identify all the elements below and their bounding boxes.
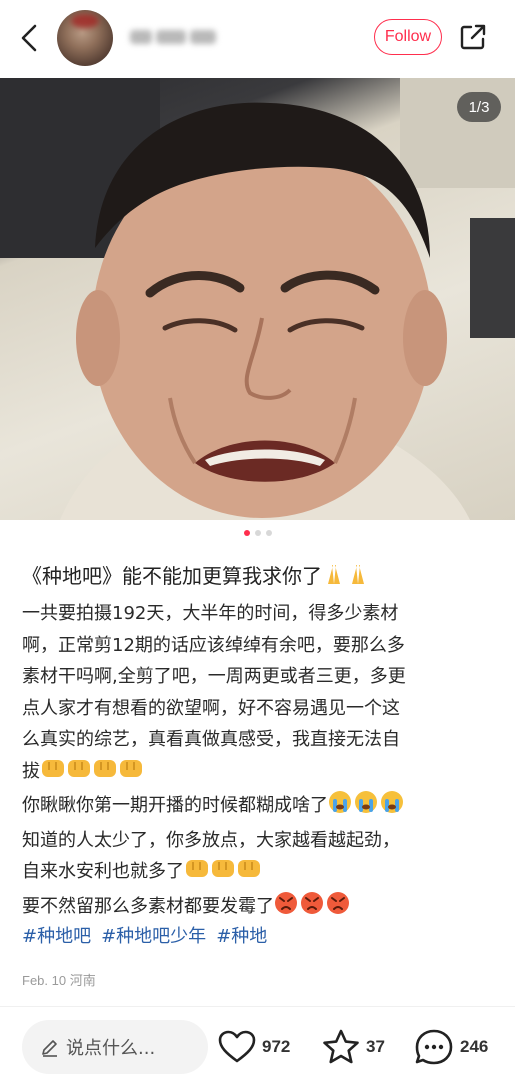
body-line-with-emoji: 拔 [22, 756, 498, 791]
username-blurred[interactable] [130, 22, 226, 52]
carousel-dots [0, 530, 515, 542]
like-count: 972 [262, 1037, 291, 1056]
comment-count: 246 [460, 1037, 489, 1056]
angry-emoji-icon [274, 891, 352, 926]
collect-count: 37 [366, 1037, 385, 1056]
crying-emoji-icon [328, 790, 406, 825]
star-icon [323, 1029, 359, 1064]
post-title-text: 《种地吧》能不能加更算我求你了 [22, 564, 322, 588]
tag-list: #种地吧 #种地吧少年 #种地 [22, 922, 502, 952]
post-title: 《种地吧》能不能加更算我求你了 [22, 560, 502, 595]
comment-input[interactable]: 说点什么... [22, 1020, 208, 1074]
hashtag-link[interactable]: #种地 [216, 922, 267, 952]
post-body: 一共要拍摄192天，大半年的时间，得多少素材 啊，正常剪12期的话应该绰绰有余吧… [22, 598, 498, 925]
follow-button[interactable]: Follow [374, 19, 442, 55]
post-date-location: Feb. 10 河南 [22, 973, 96, 988]
like-button[interactable]: 972 [218, 1026, 290, 1068]
body-line-with-emoji: 你瞅瞅你第一期开播的时候都糊成啥了 [22, 790, 498, 825]
body-line-text: 拔 [22, 760, 40, 782]
body-line-with-emoji: 自来水安利也就多了 [22, 856, 498, 891]
carousel-dot-active[interactable] [243, 530, 250, 536]
body-line-text: 自来水安利也就多了 [22, 861, 184, 882]
hashtag-link[interactable]: #种地吧少年 [101, 922, 206, 952]
avatar[interactable] [57, 10, 113, 66]
body-line: 点人家才有想看的欲望啊，好不容易遇见一个这 [22, 697, 400, 719]
pen-icon [40, 1037, 60, 1057]
comment-button[interactable]: 246 [414, 1026, 488, 1068]
carousel-dot[interactable] [265, 530, 272, 536]
image-counter: 1/3 [457, 92, 501, 122]
body-line: 知道的人太少了，你多放点，大家越看越起劲， [22, 829, 400, 851]
share-button[interactable] [456, 20, 490, 54]
top-bar: Follow [0, 0, 515, 78]
share-icon [460, 24, 486, 50]
carousel-dot[interactable] [254, 530, 261, 536]
body-line: 素材干吗啊,全剪了吧，一周两更或者三更，多更 [22, 666, 406, 687]
fist-emoji-icon [40, 756, 144, 791]
body-line: 么真实的综艺，真看真做真感受，我直接无法自 [22, 729, 400, 750]
fist-emoji-icon [184, 856, 262, 891]
body-line: 一共要拍摄192天，大半年的时间，得多少素材 [22, 603, 399, 624]
comment-bubble-icon [415, 1029, 453, 1065]
hashtag-link[interactable]: #种地吧 [22, 922, 91, 952]
heart-icon [218, 1030, 256, 1063]
divider [0, 1006, 515, 1007]
body-line-text: 你瞅瞅你第一期开播的时候都糊成啥了 [22, 795, 328, 816]
back-button[interactable] [14, 22, 44, 54]
chevron-left-icon [21, 24, 37, 52]
collect-button[interactable]: 37 [322, 1026, 385, 1068]
comment-placeholder: 说点什么... [66, 1038, 156, 1059]
body-line: 啊，正常剪12期的话应该绰绰有余吧，要那么多 [22, 634, 405, 656]
pray-emoji-icon [322, 562, 370, 595]
body-line-text: 要不然留那么多素材都要发霉了 [22, 895, 274, 917]
post-image[interactable]: 1/3 [0, 78, 515, 520]
body-line-with-emoji: 要不然留那么多素材都要发霉了 [22, 891, 498, 926]
